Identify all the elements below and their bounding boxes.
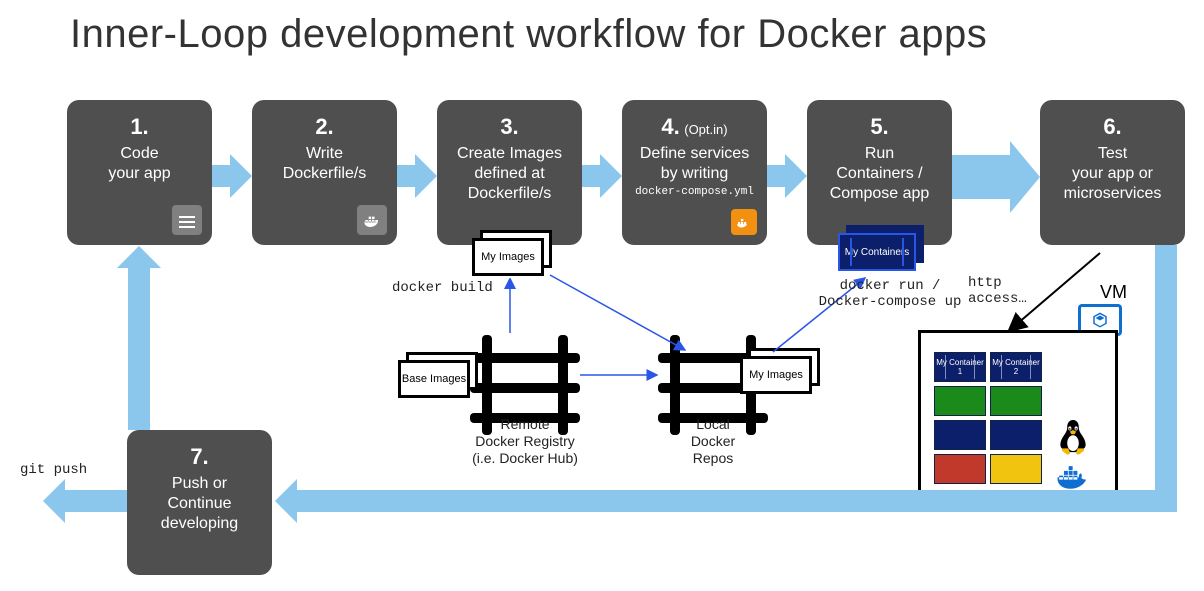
- step-label: Write Dockerfile/s: [262, 144, 387, 184]
- vm-block-green-a: [934, 386, 986, 416]
- linux-icon: [1056, 420, 1090, 465]
- arrow-down-6: [1155, 245, 1177, 500]
- step-num: 7.: [137, 444, 262, 470]
- arrow-git-push: [65, 490, 127, 512]
- step-num: 4.: [661, 114, 679, 139]
- docker-build-label: docker build: [392, 280, 493, 296]
- docker-run-label: docker run / Docker-compose up: [810, 278, 970, 310]
- compose-icon: [731, 209, 757, 235]
- step-num: 5.: [817, 114, 942, 140]
- step-label: Run Containers / Compose app: [817, 144, 942, 204]
- vm-container-1: My Container 1: [934, 352, 986, 382]
- vm-container-2: My Container 2: [990, 352, 1042, 382]
- arrow-6-to-7: [297, 490, 1177, 512]
- arrow-7-to-1: [128, 268, 150, 430]
- vm-block-red: [934, 454, 986, 484]
- step-label: Create Images defined at Dockerfile/s: [447, 144, 572, 204]
- dockerfile-icon: [357, 205, 387, 235]
- step-label: Code your app: [77, 144, 202, 184]
- arrow-2-3: [395, 165, 415, 187]
- step-6-test: 6. Test your app or microservices: [1040, 100, 1185, 245]
- step-sublabel: docker-compose.yml: [632, 186, 757, 198]
- step-4-define-services: 4. (Opt.in) Define services by writing d…: [622, 100, 767, 245]
- vm-block-green-b: [990, 386, 1042, 416]
- step-label: Test your app or microservices: [1050, 144, 1175, 204]
- step-7-push: 7. Push or Continue developing: [127, 430, 272, 575]
- step-num: 2.: [262, 114, 387, 140]
- arrow-registry-to-local: [575, 365, 665, 385]
- document-icon: [172, 205, 202, 235]
- step-num: 3.: [447, 114, 572, 140]
- step-num: 6.: [1050, 114, 1175, 140]
- vm-block-yellow: [990, 454, 1042, 484]
- step-5-run-containers: 5. Run Containers / Compose app: [807, 100, 952, 245]
- step-2-dockerfile: 2. Write Dockerfile/s: [252, 100, 397, 245]
- arrow-5-6: [950, 155, 1010, 199]
- arrow-1-2: [210, 165, 230, 187]
- vm-block-navy-b: [990, 420, 1042, 450]
- step-label: Define services by writing: [632, 144, 757, 184]
- vm-label: VM: [1100, 282, 1127, 303]
- step-3-create-images: 3. Create Images defined at Dockerfile/s: [437, 100, 582, 245]
- step-label: Push or Continue developing: [137, 474, 262, 534]
- http-access-label: http access…: [968, 275, 1027, 307]
- step-1-code: 1. Code your app: [67, 100, 212, 245]
- remote-registry-label: Remote Docker Registry (i.e. Docker Hub): [460, 416, 590, 466]
- step-num: 1.: [77, 114, 202, 140]
- git-push-label: git push: [20, 462, 87, 478]
- step-optin: (Opt.in): [684, 122, 727, 137]
- diagram-title: Inner-Loop development workflow for Dock…: [70, 12, 987, 57]
- arrow-build-up: [500, 278, 520, 338]
- arrow-4-5: [765, 165, 785, 187]
- local-repos-label: Local Docker Repos: [668, 416, 758, 466]
- arrow-3-4: [580, 165, 600, 187]
- vm-block-navy-a: [934, 420, 986, 450]
